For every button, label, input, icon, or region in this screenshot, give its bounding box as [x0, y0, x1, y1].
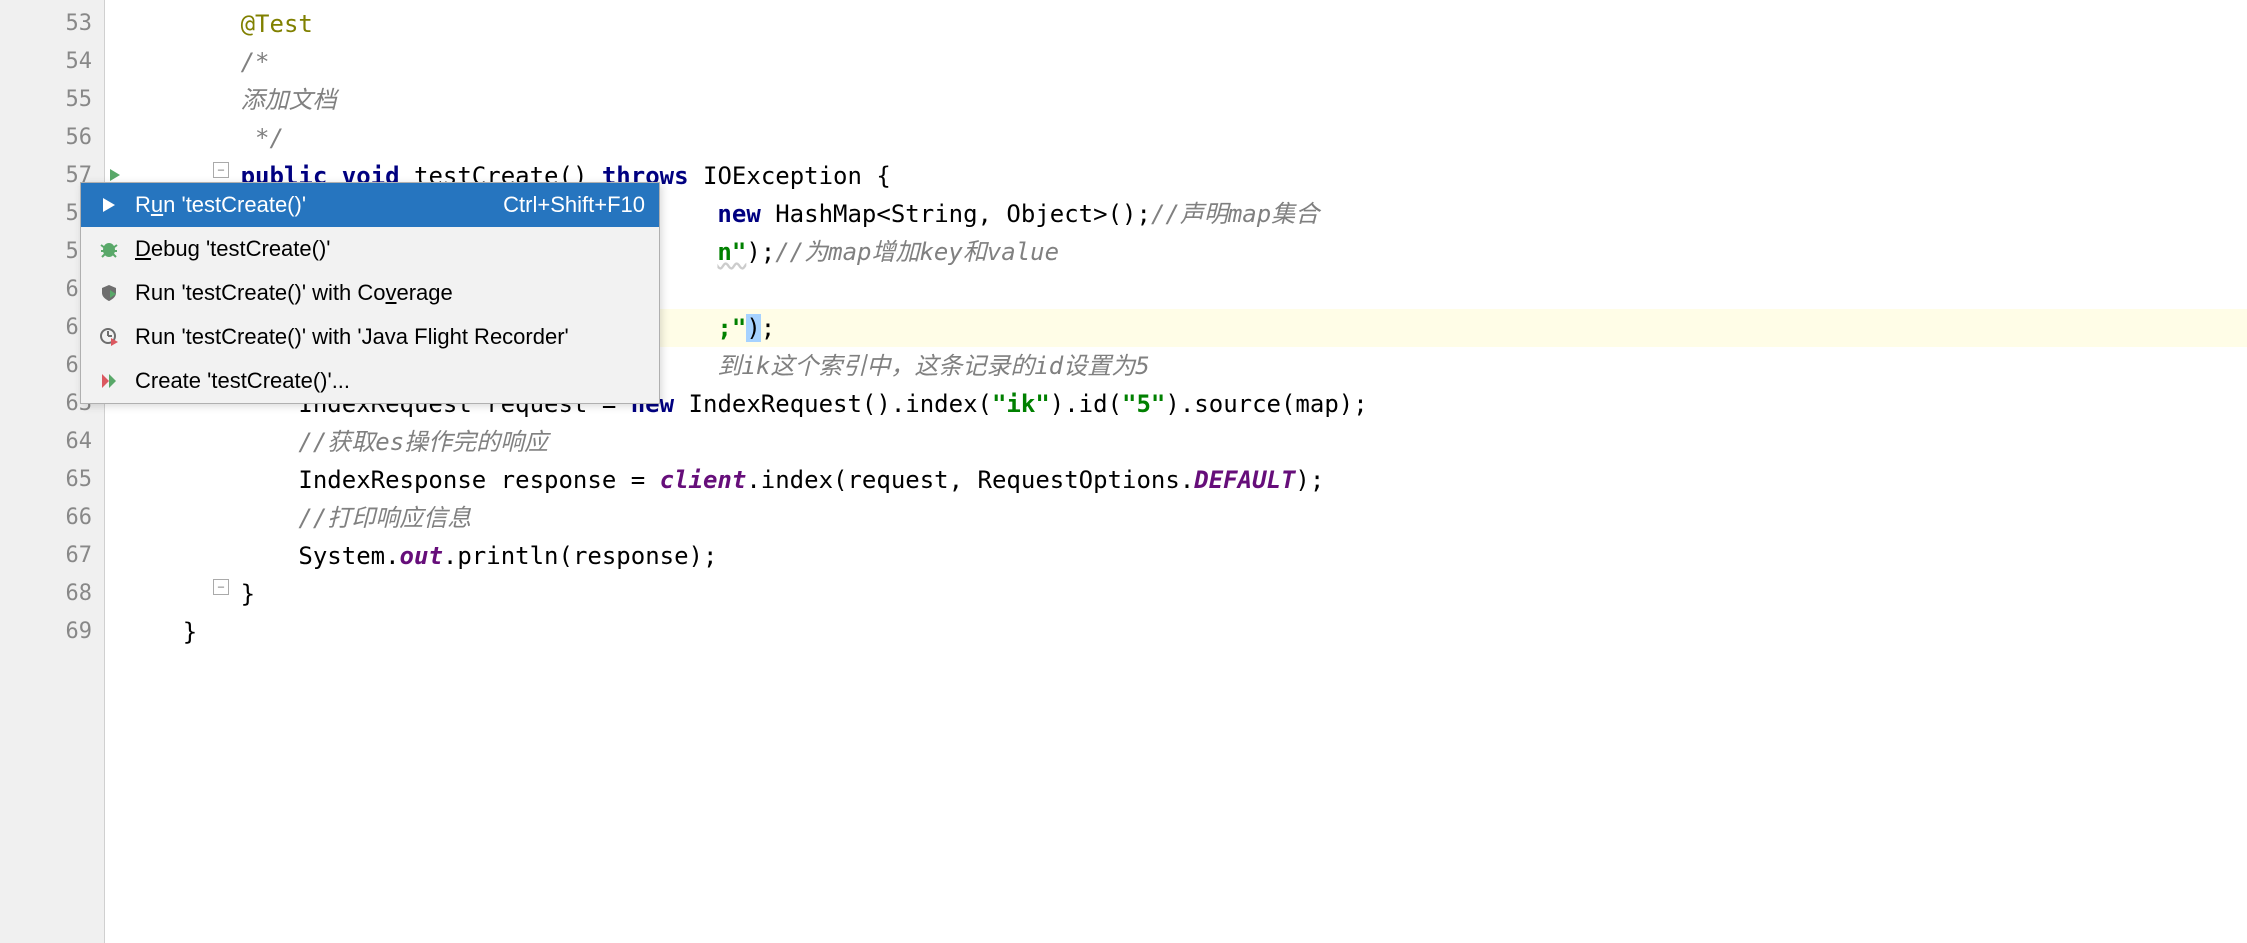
code-line: @Test: [105, 5, 2247, 43]
context-menu: Run 'testCreate()' Ctrl+Shift+F10 Debug …: [80, 182, 660, 404]
line-number: 69: [0, 613, 104, 651]
line-number: 64: [0, 423, 104, 461]
fold-collapse-icon[interactable]: −: [213, 579, 229, 595]
code-line: /*: [105, 43, 2247, 81]
line-number: 55: [0, 81, 104, 119]
run-icon: [95, 191, 123, 219]
line-number: 67: [0, 537, 104, 575]
code-line: //获取es操作完的响应: [105, 423, 2247, 461]
code-line: 添加文档: [105, 81, 2247, 119]
line-number: 54: [0, 43, 104, 81]
code-line: */: [105, 119, 2247, 157]
line-number: 66: [0, 499, 104, 537]
code-line: }: [105, 575, 2247, 613]
code-editor[interactable]: − − @Test /* 添加文档 */ public void testCre…: [105, 0, 2247, 943]
menu-label: Run 'testCreate()' with Coverage: [135, 280, 645, 306]
line-number: 56: [0, 119, 104, 157]
fold-expand-icon[interactable]: −: [213, 162, 229, 178]
menu-run-profiler[interactable]: Run 'testCreate()' with 'Java Flight Rec…: [81, 315, 659, 359]
code-line: }: [105, 613, 2247, 651]
gutter: 53 54 55 56 57 58 59 60 61 62 63 64 65 6…: [0, 0, 105, 943]
code-line: IndexResponse response = client.index(re…: [105, 461, 2247, 499]
menu-label: Run 'testCreate()' with 'Java Flight Rec…: [135, 324, 645, 350]
menu-label: Debug 'testCreate()': [135, 236, 645, 262]
menu-shortcut: Ctrl+Shift+F10: [503, 192, 645, 218]
debug-icon: [95, 235, 123, 263]
code-line: System.out.println(response);: [105, 537, 2247, 575]
line-number: 53: [0, 5, 104, 43]
menu-debug[interactable]: Debug 'testCreate()': [81, 227, 659, 271]
code-line: //打印响应信息: [105, 499, 2247, 537]
coverage-icon: [95, 279, 123, 307]
menu-run-coverage[interactable]: Run 'testCreate()' with Coverage: [81, 271, 659, 315]
menu-label: Create 'testCreate()'...: [135, 368, 645, 394]
menu-label: Run 'testCreate()': [135, 192, 473, 218]
line-number: 65: [0, 461, 104, 499]
menu-run[interactable]: Run 'testCreate()' Ctrl+Shift+F10: [81, 183, 659, 227]
create-config-icon: [95, 367, 123, 395]
menu-create-config[interactable]: Create 'testCreate()'...: [81, 359, 659, 403]
line-number: 68: [0, 575, 104, 613]
profiler-icon: [95, 323, 123, 351]
